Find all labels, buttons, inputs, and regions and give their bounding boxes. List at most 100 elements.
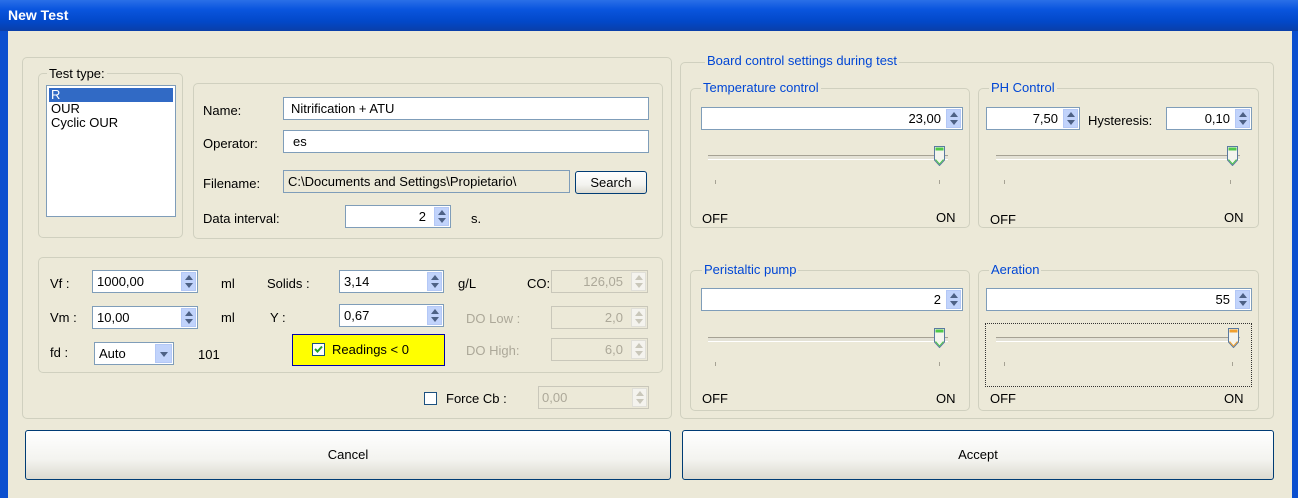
- temperature-off-label: OFF: [702, 211, 728, 226]
- solids-spin-icon[interactable]: [427, 272, 442, 291]
- pump-slider-thumb[interactable]: [934, 328, 945, 348]
- co-spin-icon[interactable]: [631, 272, 646, 291]
- list-item-r[interactable]: R: [49, 88, 173, 102]
- aeration-legend: Aeration: [989, 262, 1042, 277]
- temperature-spin-icon[interactable]: [946, 109, 961, 128]
- vm-spin-icon[interactable]: [181, 308, 196, 327]
- force-cb-label[interactable]: Force Cb :: [446, 391, 507, 406]
- hysteresis-spin-icon[interactable]: [1235, 109, 1250, 128]
- y-label: Y :: [270, 310, 286, 325]
- data-interval-label: Data interval:: [203, 211, 280, 226]
- hysteresis-label: Hysteresis:: [1088, 113, 1153, 128]
- force-cb-spinner[interactable]: 0,00: [538, 386, 649, 409]
- do-low-spin-icon[interactable]: [631, 308, 646, 327]
- vf-spin-icon[interactable]: [181, 272, 196, 291]
- do-high-spin-icon[interactable]: [631, 340, 646, 359]
- window-frame-right: [1292, 31, 1298, 498]
- hysteresis-value: 0,10: [1204, 111, 1230, 126]
- filename-field[interactable]: C:\Documents and Settings\Propietario\: [283, 170, 570, 193]
- search-button-label: Search: [590, 175, 632, 190]
- aeration-on-label: ON: [1224, 391, 1244, 406]
- ph-spin-icon[interactable]: [1063, 109, 1078, 128]
- aeration-slider-thumb[interactable]: [1228, 328, 1239, 348]
- pump-tick-max: [939, 362, 940, 366]
- aeration-focus-rect: [985, 323, 1252, 387]
- ph-on-label: ON: [1224, 210, 1244, 225]
- pump-slider-track[interactable]: [708, 337, 948, 342]
- do-high-spinner[interactable]: 6,0: [551, 338, 648, 361]
- search-button[interactable]: Search: [575, 171, 647, 194]
- fd-label: fd :: [50, 345, 69, 360]
- y-value: 0,67: [344, 308, 370, 323]
- operator-field-value: es: [293, 134, 307, 149]
- co-value: 126,05: [583, 274, 623, 289]
- temperature-spinner[interactable]: 23,00: [701, 107, 963, 130]
- data-interval-unit: s.: [471, 211, 482, 226]
- operator-label: Operator:: [203, 136, 258, 151]
- force-cb-spin-icon[interactable]: [632, 388, 647, 407]
- cancel-button-label: Cancel: [327, 447, 369, 462]
- co-spinner[interactable]: 126,05: [551, 270, 648, 293]
- window-title: New Test: [8, 7, 69, 23]
- fd-selected-value: Auto: [99, 346, 126, 361]
- vm-unit: ml: [221, 310, 235, 325]
- aeration-spin-icon[interactable]: [1235, 290, 1250, 309]
- readings-checkbox[interactable]: [312, 343, 325, 356]
- vf-value: 1000,00: [97, 274, 144, 289]
- fd-dropdown[interactable]: Auto: [94, 342, 174, 365]
- co-label: CO:: [527, 276, 551, 291]
- solids-spinner[interactable]: 3,14: [339, 270, 444, 293]
- ph-spinner[interactable]: 7,50: [986, 107, 1080, 130]
- vm-spinner[interactable]: 10,00: [92, 306, 198, 329]
- temperature-tick-min: [715, 180, 716, 184]
- ph-slider-thumb[interactable]: [1227, 146, 1238, 166]
- solids-label: Solids :: [267, 276, 310, 291]
- do-low-spinner[interactable]: 2,0: [551, 306, 648, 329]
- aeration-tick-min: [1004, 362, 1005, 366]
- pump-off-label: OFF: [702, 391, 728, 406]
- solids-unit: g/L: [458, 276, 477, 291]
- hysteresis-spinner[interactable]: 0,10: [1166, 107, 1252, 130]
- test-type-legend: Test type:: [47, 66, 107, 81]
- ph-legend: PH Control: [989, 80, 1057, 95]
- filename-label: Filename:: [203, 176, 261, 191]
- operator-field[interactable]: es: [283, 130, 649, 153]
- aeration-value: 55: [1215, 292, 1230, 307]
- data-interval-value: 2: [418, 209, 426, 224]
- accept-button[interactable]: Accept: [682, 430, 1274, 480]
- do-low-label: DO Low :: [466, 311, 521, 326]
- cancel-button[interactable]: Cancel: [25, 430, 671, 480]
- vm-label: Vm :: [50, 310, 77, 325]
- data-interval-spinner[interactable]: 2: [345, 205, 451, 228]
- title-bar[interactable]: [0, 0, 1298, 31]
- pump-spinner[interactable]: 2: [701, 288, 963, 311]
- test-type-list[interactable]: R OUR Cyclic OUR: [46, 85, 176, 217]
- do-low-value: 2,0: [604, 310, 623, 325]
- temperature-value: 23,00: [908, 111, 941, 126]
- temperature-slider-thumb[interactable]: [934, 146, 945, 166]
- y-spinner[interactable]: 0,67: [339, 304, 444, 327]
- vf-spinner[interactable]: 1000,00: [92, 270, 198, 293]
- data-interval-spin-icon[interactable]: [434, 207, 449, 226]
- ph-value: 7,50: [1032, 111, 1058, 126]
- temperature-slider-track[interactable]: [708, 155, 948, 160]
- name-field[interactable]: Nitrification + ATU: [283, 97, 649, 120]
- readings-label[interactable]: Readings < 0: [332, 342, 409, 357]
- aeration-slider-track[interactable]: [996, 337, 1240, 342]
- ph-slider-track[interactable]: [996, 155, 1240, 160]
- temperature-on-label: ON: [936, 210, 956, 225]
- pump-on-label: ON: [936, 391, 956, 406]
- filename-field-value: C:\Documents and Settings\Propietario\: [288, 174, 517, 189]
- y-spin-icon[interactable]: [427, 306, 442, 325]
- aeration-spinner[interactable]: 55: [986, 288, 1252, 311]
- pump-spin-icon[interactable]: [946, 290, 961, 309]
- vf-unit: ml: [221, 276, 235, 291]
- aeration-off-label: OFF: [990, 391, 1016, 406]
- list-item-our[interactable]: OUR: [51, 102, 80, 116]
- chevron-down-icon[interactable]: [155, 344, 172, 363]
- force-cb-checkbox[interactable]: [424, 392, 437, 405]
- list-item-cyclic-our[interactable]: Cyclic OUR: [51, 116, 118, 130]
- temperature-tick-max: [939, 180, 940, 184]
- temperature-legend: Temperature control: [701, 80, 821, 95]
- solids-value: 3,14: [344, 274, 370, 289]
